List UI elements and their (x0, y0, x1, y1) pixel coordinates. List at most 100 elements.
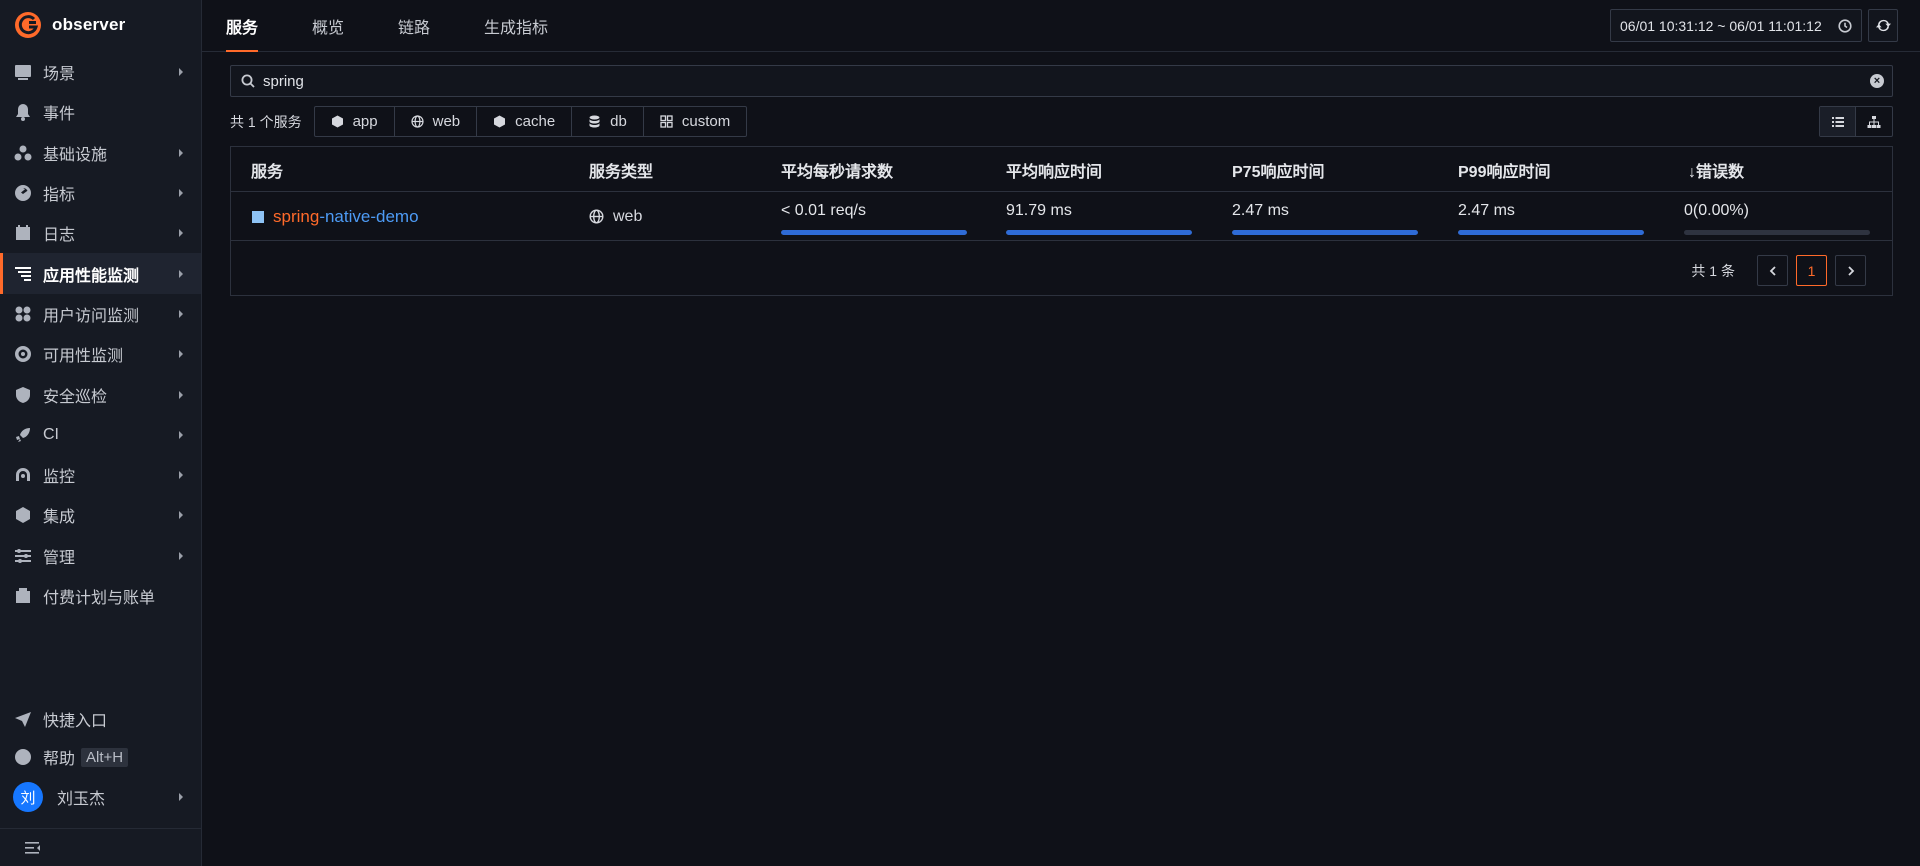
sidebar: observer 场景 事件 基础设施 指标 日志 应用性能监测 用户访问监测 … (0, 0, 202, 866)
sidebar-item-billing[interactable]: 付费计划与账单 (0, 576, 201, 616)
sidebar-item-label: 指标 (43, 187, 76, 205)
sidebar-item-security[interactable]: 安全巡检 (0, 374, 201, 414)
filter-chip-web[interactable]: web (395, 107, 478, 136)
sidebar-item-ci[interactable]: CI (0, 415, 201, 455)
sidebar-item-label: 应用性能监测 (43, 267, 140, 285)
globe-icon (589, 209, 604, 224)
sidebar-item-label: CI (43, 425, 59, 443)
service-name-rest: -native-demo (319, 206, 419, 226)
sidebar-item-infrastructure[interactable]: 基础设施 (0, 133, 201, 173)
sidebar-item-integration[interactable]: 集成 (0, 495, 201, 535)
column-header-avg-response[interactable]: 平均响应时间 (1006, 147, 1102, 192)
column-header-rps[interactable]: 平均每秒请求数 (781, 147, 893, 192)
sidebar-item-logs[interactable]: 日志 (0, 213, 201, 253)
sidebar-item-rum[interactable]: 用户访问监测 (0, 294, 201, 334)
user-name: 刘玉杰 (57, 791, 106, 808)
sidebar-item-metrics[interactable]: 指标 (0, 173, 201, 213)
topology-icon (1867, 115, 1881, 128)
search-input[interactable] (263, 72, 1892, 90)
tab-traces[interactable]: 链路 (398, 0, 430, 52)
collapse-sidebar-button[interactable] (0, 828, 201, 866)
next-page-button[interactable] (1835, 255, 1866, 286)
column-header-service[interactable]: 服务 (251, 147, 283, 192)
avg-response-bar-fill (1006, 230, 1192, 235)
service-color-square (252, 210, 264, 223)
service-type: web (613, 207, 643, 225)
list-view-button[interactable] (1820, 107, 1856, 136)
caret-right-icon (179, 68, 183, 77)
help-label: 帮助 (43, 751, 76, 768)
p75-cell: 2.47 ms (1232, 192, 1418, 241)
filter-row: 共 1 个服务 app web cache db custom (230, 106, 748, 137)
monitor-icon (13, 465, 33, 485)
service-search: × (230, 65, 1893, 97)
table-row[interactable]: spring-native-demo web < 0.01 req/s 91.7… (231, 192, 1892, 241)
rps-bar (781, 230, 967, 235)
sidebar-item-management[interactable]: 管理 (0, 536, 201, 576)
app-name: observer (52, 15, 126, 34)
caret-right-icon (179, 551, 183, 560)
rps-bar-fill (781, 230, 967, 235)
tab-generate-metrics[interactable]: 生成指标 (484, 0, 548, 52)
user-profile[interactable]: 刘 刘玉杰 (0, 776, 201, 818)
top-bar: 服务 概览 链路 生成指标 06/01 10:31:12 ~ 06/01 11:… (202, 0, 1920, 52)
observer-logo-icon (15, 12, 41, 38)
p75-value: 2.47 ms (1232, 202, 1289, 219)
caret-right-icon (179, 148, 183, 157)
database-icon (589, 115, 600, 128)
chip-label: web (432, 113, 461, 130)
metrics-gauge-icon (13, 183, 33, 203)
sidebar-item-scenes[interactable]: 场景 (0, 52, 201, 92)
bell-icon (13, 102, 33, 122)
clear-search-icon[interactable]: × (1870, 74, 1884, 88)
caret-right-icon (179, 511, 183, 520)
service-name-link[interactable]: spring-native-demo (273, 207, 419, 227)
topology-view-button[interactable] (1856, 107, 1892, 136)
chip-label: custom (681, 113, 731, 130)
quick-entry-label: 快捷入口 (43, 713, 108, 730)
quick-entry[interactable]: 快捷入口 (0, 700, 201, 738)
sidebar-item-label: 场景 (43, 66, 76, 84)
refresh-button[interactable] (1868, 9, 1898, 42)
prev-page-button[interactable] (1757, 255, 1788, 286)
sidebar-item-availability[interactable]: 可用性监测 (0, 334, 201, 374)
sidebar-item-monitor[interactable]: 监控 (0, 455, 201, 495)
chevron-left-icon (1769, 265, 1776, 276)
time-range-picker[interactable]: 06/01 10:31:12 ~ 06/01 11:01:12 (1610, 9, 1862, 42)
apm-tabs: 服务 概览 链路 生成指标 (226, 0, 602, 52)
tab-services[interactable]: 服务 (226, 0, 259, 52)
sidebar-item-label: 安全巡检 (43, 388, 108, 406)
column-header-type[interactable]: 服务类型 (589, 147, 653, 192)
sidebar-item-label: 事件 (43, 106, 76, 124)
rum-icon (13, 304, 33, 324)
custom-grid-icon (660, 115, 673, 128)
sidebar-item-events[interactable]: 事件 (0, 92, 201, 132)
column-header-p75[interactable]: P75响应时间 (1232, 147, 1324, 192)
chevron-right-icon (1847, 265, 1854, 276)
service-type-filter: app web cache db custom (313, 106, 748, 137)
column-header-p99[interactable]: P99响应时间 (1458, 147, 1550, 192)
app-cube-icon (331, 115, 343, 128)
collapse-menu-icon (25, 841, 40, 854)
service-count: 共 1 个服务 (230, 113, 302, 130)
sidebar-item-apm[interactable]: 应用性能监测 (0, 253, 201, 295)
caret-right-icon (179, 309, 183, 318)
filter-chip-db[interactable]: db (572, 107, 644, 136)
tab-overview[interactable]: 概览 (312, 0, 344, 52)
help[interactable]: 帮助 Alt+H (0, 738, 201, 776)
rocket-icon (13, 425, 33, 445)
billing-icon (13, 586, 33, 606)
sidebar-item-label: 用户访问监测 (43, 307, 140, 325)
app-logo[interactable]: observer (14, 10, 125, 40)
page-number-button[interactable]: 1 (1796, 255, 1827, 286)
filter-chip-app[interactable]: app (315, 107, 395, 136)
service-name-match: spring (273, 206, 320, 226)
sidebar-item-label: 管理 (43, 549, 76, 567)
service-type-cell: web (589, 192, 642, 241)
column-header-errors[interactable]: ↓错误数 (1688, 147, 1744, 192)
refresh-icon (1875, 19, 1891, 32)
filter-chip-cache[interactable]: cache (477, 107, 573, 136)
service-cell: spring-native-demo (252, 192, 419, 241)
filter-chip-custom[interactable]: custom (644, 107, 746, 136)
settings-sliders-icon (13, 546, 33, 566)
